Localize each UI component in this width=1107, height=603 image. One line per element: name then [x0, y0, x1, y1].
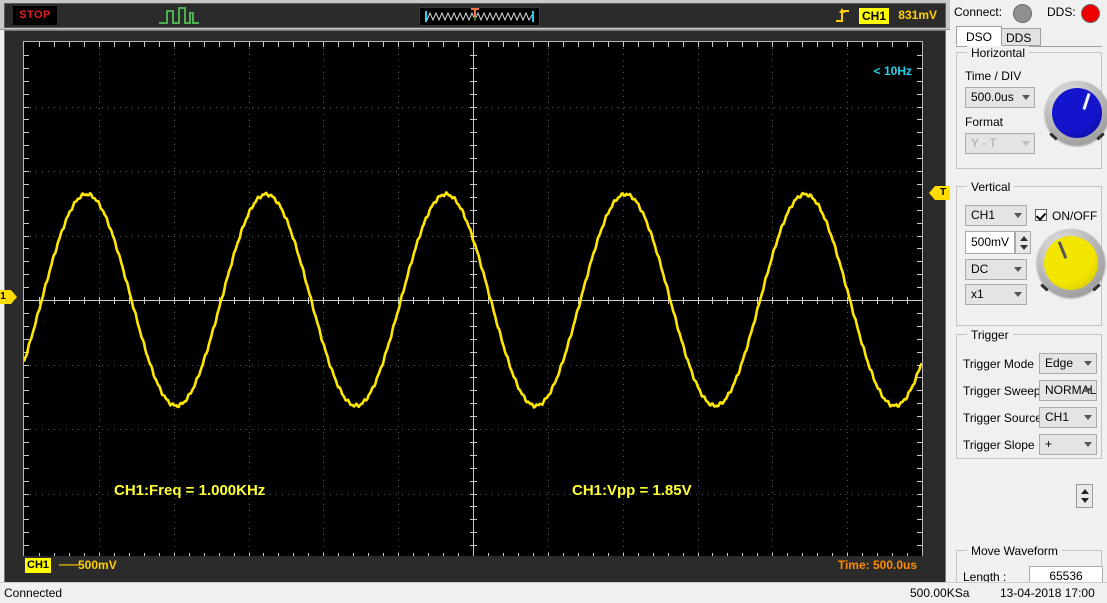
scope-info-bar: CH1 ―― 500mV Time: 500.0us — [23, 556, 923, 576]
info-volts-div: 500mV — [78, 558, 117, 572]
probe-select[interactable]: x1 — [965, 284, 1027, 305]
status-connection: Connected — [4, 586, 63, 600]
mini-waveform-preview[interactable] — [419, 7, 540, 26]
toolbar-channel-badge[interactable]: CH1 — [858, 8, 889, 24]
control-panel: DSO DDS Horizontal Time / DIV 500.0us Fo… — [950, 26, 1107, 590]
toolbar-strip: STOP CH1 831mV — [4, 3, 946, 28]
trigger-row-select[interactable]: + — [1039, 434, 1097, 455]
trigger-row-value: Edge — [1045, 356, 1074, 370]
info-time-div: Time: 500.0us — [837, 558, 917, 572]
trigger-level-marker[interactable]: T — [929, 186, 951, 200]
horizontal-group: Horizontal Time / DIV 500.0us Format Y -… — [956, 46, 1107, 169]
coupling-select[interactable]: DC — [965, 259, 1027, 280]
volts-div-stepper[interactable] — [1015, 231, 1031, 254]
trigger-row-value: CH1 — [1045, 410, 1070, 424]
trigger-row-label: Trigger Mode — [963, 357, 1034, 371]
square-pulse-icon[interactable] — [157, 5, 201, 27]
trigger-row-select[interactable]: CH1 — [1039, 407, 1097, 428]
trigger-row-label: Trigger Slope — [963, 438, 1035, 452]
oscilloscope-screen: < 10Hz CH1:Freq = 1.000KHz CH1:Vpp = 1.8… — [0, 30, 951, 583]
connect-label: Connect: — [954, 5, 1003, 19]
measurement-vpp: CH1:Vpp = 1.85V — [572, 482, 692, 499]
device-status-bar: Connect: DDS: — [950, 0, 1107, 26]
vertical-channel-value: CH1 — [971, 208, 996, 222]
time-div-select[interactable]: 500.0us — [965, 87, 1035, 108]
info-channel-badge[interactable]: CH1 — [25, 558, 52, 573]
format-value: Y - T — [971, 136, 997, 150]
channel-onoff-checkbox[interactable] — [1035, 209, 1047, 221]
format-label: Format — [965, 115, 1004, 129]
trigger-row-value: + — [1045, 437, 1053, 451]
probe-value: x1 — [971, 287, 984, 301]
trigger-group-title: Trigger — [967, 328, 1013, 342]
trigger-row-select[interactable]: Edge — [1039, 353, 1097, 374]
tab-dso[interactable]: DSO — [956, 26, 1003, 46]
toolbar-trigger-level: 831mV — [898, 8, 937, 22]
status-datetime: 13-04-2018 17:00 — [1000, 586, 1095, 600]
scroll-stepper[interactable] — [1076, 484, 1093, 508]
vertical-knob[interactable] — [1037, 229, 1105, 297]
volts-div-value: 500mV — [971, 235, 1010, 249]
channel-position-marker[interactable]: 1 — [0, 290, 17, 304]
horizontal-knob[interactable] — [1045, 81, 1107, 145]
vertical-group-title: Vertical — [967, 180, 1015, 194]
tab-dds[interactable]: DDS — [996, 28, 1042, 46]
format-select[interactable]: Y - T — [965, 133, 1035, 154]
time-div-label: Time / DIV — [965, 69, 1022, 83]
measurement-freq: CH1:Freq = 1.000KHz — [114, 482, 266, 499]
trigger-group: Trigger Trigger Mode Edge Trigger Sweep NOR… — [956, 328, 1102, 459]
horizontal-group-title: Horizontal — [967, 46, 1030, 60]
dds-label: DDS: — [1047, 5, 1076, 19]
channel-onoff-label: ON/OFF — [1052, 209, 1098, 223]
coupling-value: DC — [971, 262, 989, 276]
dc-coupling-icon: ―― — [59, 559, 80, 571]
rising-edge-icon — [835, 7, 851, 25]
vertical-channel-select[interactable]: CH1 — [965, 205, 1027, 226]
status-bar: Connected 500.00KSa 13-04-2018 17:00 — [0, 582, 1107, 603]
waveform-trace — [24, 191, 922, 409]
waveform-grid[interactable]: < 10Hz CH1:Freq = 1.000KHz CH1:Vpp = 1.8… — [23, 41, 923, 559]
top-toolbar: STOP CH1 831mV — [0, 0, 950, 30]
connect-indicator[interactable] — [1013, 4, 1032, 23]
dds-indicator[interactable] — [1081, 4, 1100, 23]
volts-div-input[interactable]: 500mV — [965, 231, 1015, 254]
trigger-row-label: Trigger Source — [963, 411, 1042, 425]
vertical-group: Vertical CH1 ON/OFF 500mV DC x1 — [956, 180, 1105, 326]
status-sample-rate: 500.00KSa — [910, 586, 970, 600]
stop-button[interactable]: STOP — [13, 6, 57, 25]
time-div-value: 500.0us — [971, 90, 1014, 104]
trigger-row-select[interactable]: NORMAL — [1039, 380, 1097, 401]
move-waveform-title: Move Waveform — [967, 544, 1062, 558]
trigger-row-label: Trigger Sweep — [963, 384, 1041, 398]
